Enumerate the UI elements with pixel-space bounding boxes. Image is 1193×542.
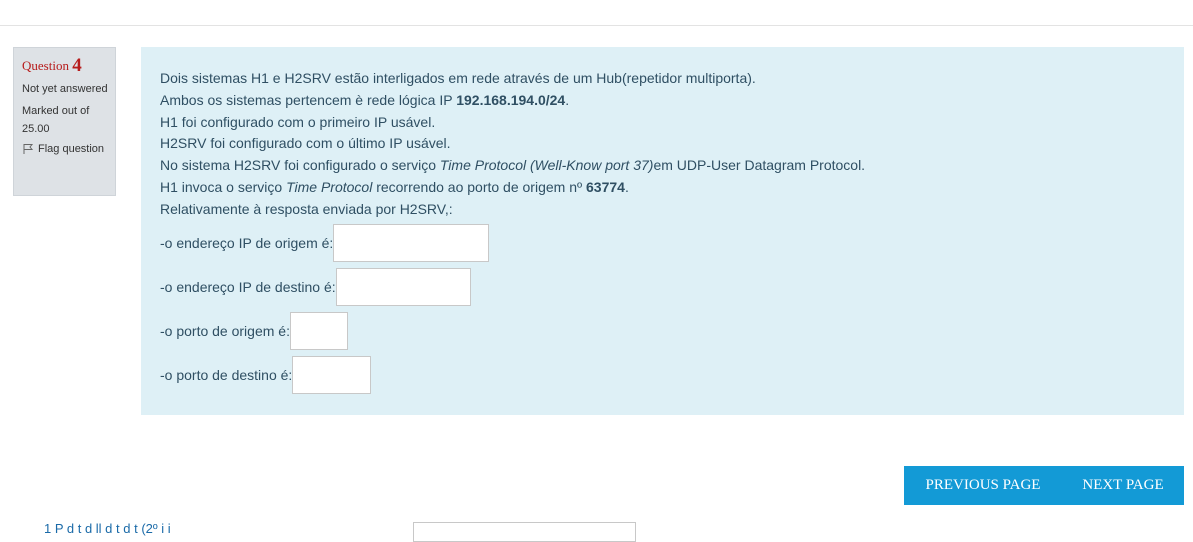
destination-ip-input[interactable] bbox=[335, 267, 471, 306]
next-page-button[interactable]: NEXT PAGE bbox=[1062, 466, 1184, 505]
question-info-panel: Question 4 Not yet answered Marked out o… bbox=[13, 47, 116, 196]
source-port-input[interactable] bbox=[289, 311, 348, 350]
flag-question-label: Flag question bbox=[38, 143, 105, 155]
question-line-5: No sistema H2SRV foi configurado o servi… bbox=[160, 157, 866, 174]
previous-page-button[interactable]: PREVIOUS PAGE bbox=[904, 466, 1062, 505]
flag-question-link[interactable]: Flag question bbox=[22, 143, 115, 155]
question-number: 4 bbox=[72, 55, 82, 76]
answer-row-destination-port: -o porto de destino é: bbox=[160, 353, 1184, 397]
answer-label: -o endereço IP de destino é: bbox=[160, 278, 336, 295]
source-ip-input[interactable] bbox=[333, 223, 490, 262]
answer-label: -o porto de destino é: bbox=[160, 366, 293, 383]
question-line-6: H1 invoca o serviço Time Protocol recorr… bbox=[160, 178, 629, 195]
jump-to-select[interactable] bbox=[413, 522, 636, 542]
question-line-7: Relativamente à resposta enviada por H2S… bbox=[160, 200, 453, 217]
answer-row-destination-ip: -o endereço IP de destino é: bbox=[160, 265, 1184, 309]
question-grade: Marked out of 25.00 bbox=[22, 105, 90, 135]
flag-icon bbox=[23, 144, 34, 154]
question-label: Question bbox=[22, 58, 69, 73]
question-line-2: Ambos os sistemas pertencem è rede lógic… bbox=[160, 91, 570, 108]
question-content: Dois sistemas H1 e H2SRV estão interliga… bbox=[141, 47, 1184, 415]
source-port-number: 63774 bbox=[586, 178, 625, 195]
question-state: Not yet answered bbox=[22, 83, 108, 95]
question-heading: Question 4 bbox=[22, 56, 115, 76]
destination-port-input[interactable] bbox=[292, 355, 372, 394]
question-line-3: H1 foi configurado com o primeiro IP usá… bbox=[160, 113, 436, 130]
network-address: 192.168.194.0/24 bbox=[456, 91, 566, 108]
answer-label: -o endereço IP de origem é: bbox=[160, 234, 334, 251]
question-line-4: H2SRV foi configurado com o último IP us… bbox=[160, 135, 451, 152]
question-line-1: Dois sistemas H1 e H2SRV estão interliga… bbox=[160, 70, 756, 86]
answer-row-source-port: -o porto de origem é: bbox=[160, 309, 1184, 353]
answer-row-source-ip: -o endereço IP de origem é: bbox=[160, 221, 1184, 265]
answer-label: -o porto de origem é: bbox=[160, 322, 290, 339]
header-divider bbox=[0, 25, 1193, 26]
